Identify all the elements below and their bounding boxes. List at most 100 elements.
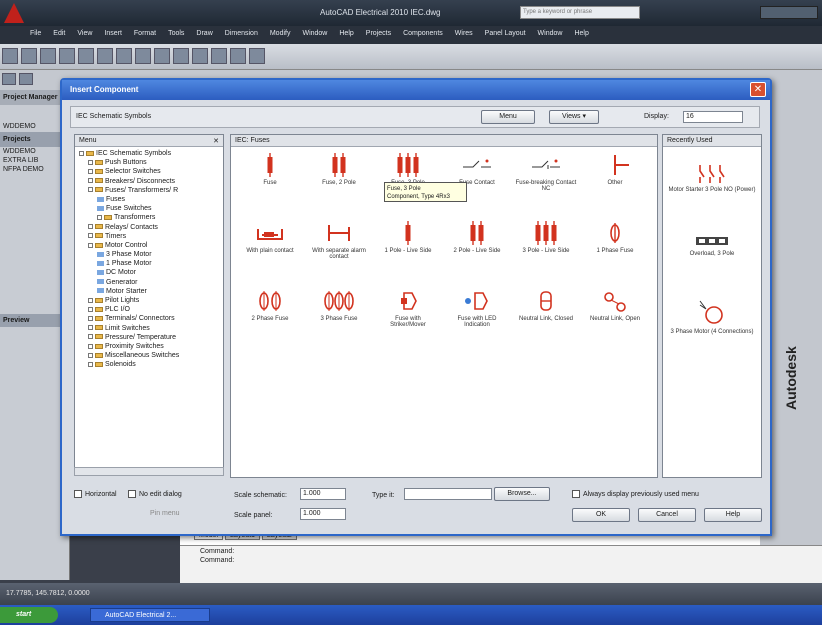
symbol-item[interactable]: Fuse-breaking Contact NC: [515, 153, 577, 192]
tree-item[interactable]: Fuses/ Transformers/ R: [77, 186, 221, 195]
tree-item[interactable]: Solenoids: [77, 360, 221, 369]
menu-item-tools[interactable]: Tools: [162, 26, 190, 37]
symbol-item[interactable]: With separate alarm contact: [308, 221, 370, 260]
menu-item-insert[interactable]: Insert: [98, 26, 128, 37]
symbol-item[interactable]: 3 Phase Fuse: [308, 289, 370, 322]
expand-icon[interactable]: [88, 178, 93, 184]
symbol-item[interactable]: 2 Pole - Live Side: [446, 221, 508, 254]
expand-icon[interactable]: [88, 352, 93, 358]
symbol-item[interactable]: Fuse, 2 Pole: [308, 153, 370, 186]
copy-icon[interactable]: [116, 48, 132, 64]
autocad-logo-icon[interactable]: [4, 3, 24, 23]
help-button[interactable]: Help: [704, 508, 762, 522]
tree-item[interactable]: Relays/ Contacts: [77, 223, 221, 232]
menu-item-help-2[interactable]: Help: [568, 26, 594, 37]
redo-icon[interactable]: [173, 48, 189, 64]
expand-icon[interactable]: [88, 242, 93, 248]
symbol-item[interactable]: Neutral Link, Open: [584, 289, 646, 322]
menu-item-view[interactable]: View: [71, 26, 98, 37]
start-button[interactable]: start: [0, 607, 58, 623]
horizontal-checkbox[interactable]: Horizontal: [74, 490, 117, 498]
expand-icon[interactable]: [79, 150, 84, 156]
always-display-checkbox[interactable]: Always display previously used menu: [572, 490, 699, 498]
menu-item-panel-layout[interactable]: Panel Layout: [479, 26, 532, 37]
scale-panel-field[interactable]: 1.000: [300, 508, 346, 520]
zoom-icon[interactable]: [211, 48, 227, 64]
open-icon[interactable]: [21, 48, 37, 64]
expand-icon[interactable]: [88, 343, 93, 349]
symbol-item[interactable]: Fuse: [239, 153, 301, 186]
browse-button[interactable]: Browse...: [494, 487, 550, 501]
views-button[interactable]: Views ▾: [549, 110, 599, 124]
tree-item[interactable]: Transformers: [77, 213, 221, 222]
menu-item-file[interactable]: File: [0, 26, 47, 37]
tree-item[interactable]: Proximity Switches: [77, 342, 221, 351]
horizontal-scrollbar[interactable]: [74, 467, 224, 476]
window-controls[interactable]: [760, 6, 818, 19]
symbol-item[interactable]: 2 Phase Fuse: [239, 289, 301, 322]
recent-symbol[interactable]: Motor Starter 3 Pole NO (Power): [665, 163, 759, 193]
menu-item-components[interactable]: Components: [397, 26, 449, 37]
menu-item-window[interactable]: Window: [296, 26, 333, 37]
close-icon[interactable]: ✕: [213, 137, 219, 145]
tree-item[interactable]: Pilot Lights: [77, 296, 221, 305]
cut-icon[interactable]: [97, 48, 113, 64]
symbol-item[interactable]: 1 Phase Fuse: [584, 221, 646, 254]
expand-icon[interactable]: [88, 187, 93, 193]
undo-icon[interactable]: [154, 48, 170, 64]
symbol-item[interactable]: 1 Pole - Live Side: [377, 221, 439, 254]
symbol-item[interactable]: With plain contact: [239, 221, 301, 254]
command-line[interactable]: Command:: [180, 555, 822, 564]
expand-icon[interactable]: [88, 159, 93, 165]
menu-item-window-2[interactable]: Window: [532, 26, 569, 37]
menu-item-draw[interactable]: Draw: [190, 26, 218, 37]
cancel-button[interactable]: Cancel: [638, 508, 696, 522]
menu-button[interactable]: Menu: [481, 110, 535, 124]
tree-item[interactable]: Selector Switches: [77, 167, 221, 176]
paste-icon[interactable]: [135, 48, 151, 64]
symbol-item[interactable]: Neutral Link, Closed: [515, 289, 577, 322]
menu-item-edit[interactable]: Edit: [47, 26, 71, 37]
expand-icon[interactable]: [88, 169, 93, 175]
tree-item[interactable]: 3 Phase Motor: [77, 250, 221, 259]
expand-icon[interactable]: [88, 334, 93, 340]
tree-item[interactable]: Generator: [77, 278, 221, 287]
layer-icon[interactable]: [2, 73, 16, 85]
search-input[interactable]: Type a keyword or phrase: [520, 6, 640, 19]
scale-schematic-field[interactable]: 1.000: [300, 488, 346, 500]
menu-item-wires[interactable]: Wires: [449, 26, 479, 37]
recent-symbol[interactable]: 3 Phase Motor (4 Connections): [665, 297, 759, 335]
expand-icon[interactable]: [88, 224, 93, 230]
tree-item[interactable]: Motor Starter: [77, 287, 221, 296]
pin-menu-button[interactable]: Pin menu: [150, 510, 180, 517]
tree-item[interactable]: 1 Phase Motor: [77, 259, 221, 268]
pan-icon[interactable]: [192, 48, 208, 64]
tree-item[interactable]: DC Motor: [77, 268, 221, 277]
command-area[interactable]: Model Layout1 Layout2 Command: Command:: [180, 531, 822, 583]
menu-item-format[interactable]: Format: [128, 26, 162, 37]
tree-item[interactable]: Push Buttons: [77, 158, 221, 167]
symbol-item[interactable]: Fuse with LED Indication: [446, 289, 508, 328]
type-it-field[interactable]: [404, 488, 492, 500]
close-icon[interactable]: ✕: [750, 82, 766, 97]
tree-item[interactable]: PLC I/O: [77, 305, 221, 314]
expand-icon[interactable]: [88, 325, 93, 331]
tree-item[interactable]: Timers: [77, 232, 221, 241]
preview-icon[interactable]: [78, 48, 94, 64]
project-item[interactable]: EXTRA LIB: [0, 156, 69, 165]
tree-item[interactable]: Miscellaneous Switches: [77, 351, 221, 360]
print-icon[interactable]: [59, 48, 75, 64]
menu-item-dimension[interactable]: Dimension: [219, 26, 264, 37]
expand-icon[interactable]: [88, 361, 93, 367]
tree-item[interactable]: Pressure/ Temperature: [77, 333, 221, 342]
menu-item-help[interactable]: Help: [333, 26, 359, 37]
new-icon[interactable]: [2, 48, 18, 64]
project-item[interactable]: NFPA DEMO: [0, 165, 69, 174]
expand-icon[interactable]: [88, 297, 93, 303]
tree-item[interactable]: Breakers/ Disconnects: [77, 177, 221, 186]
recent-symbol[interactable]: Overload, 3 Pole: [665, 233, 759, 257]
project-item[interactable]: WDDEMO: [0, 147, 69, 156]
symbol-item[interactable]: 3 Pole - Live Side: [515, 221, 577, 254]
properties-icon[interactable]: [249, 48, 265, 64]
symbol-item[interactable]: Other: [584, 153, 646, 186]
